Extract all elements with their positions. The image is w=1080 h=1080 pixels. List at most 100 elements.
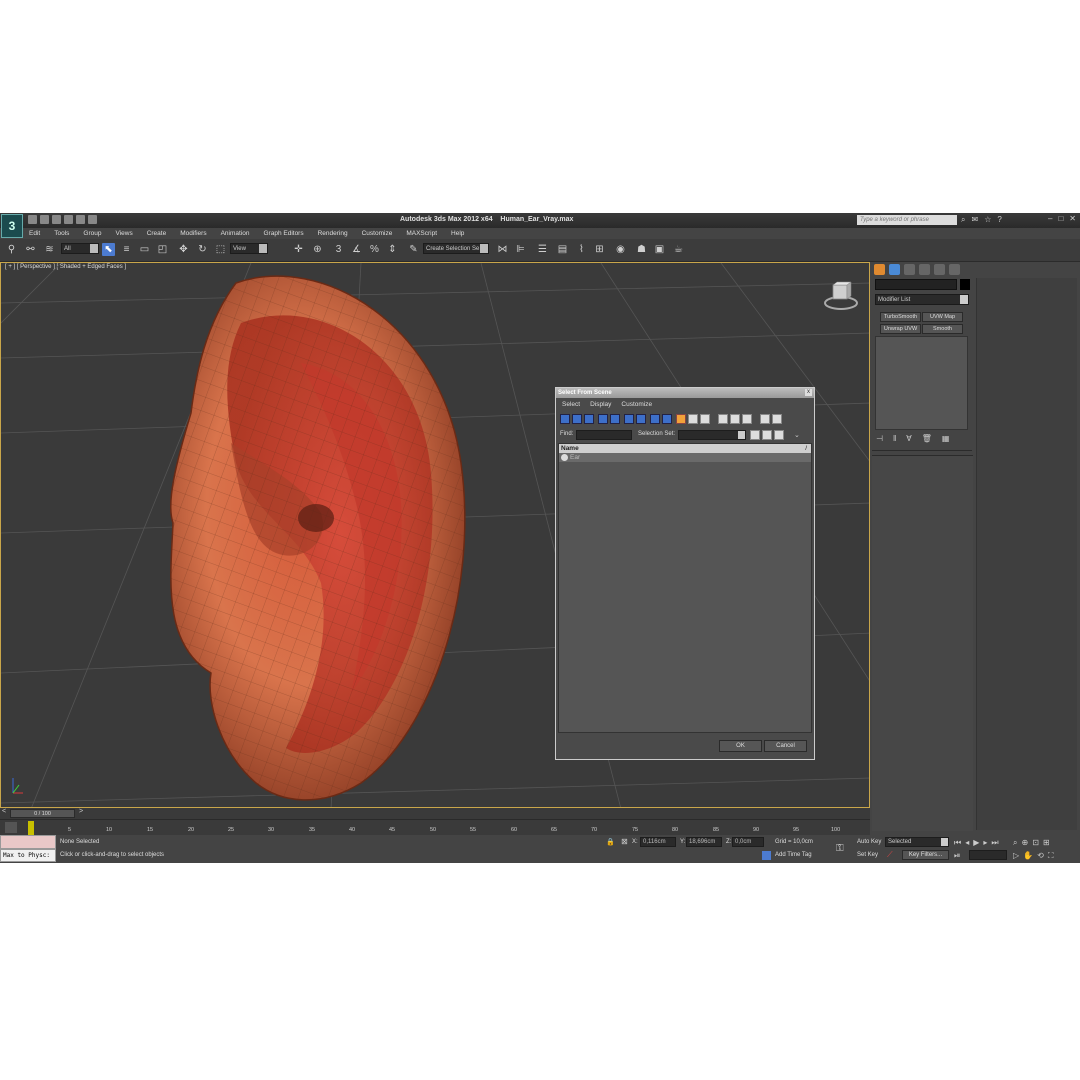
filter-options-icon[interactable] — [772, 414, 782, 424]
pin-stack-icon[interactable]: ⊣ — [876, 434, 883, 443]
pan-icon[interactable]: ✋ — [1023, 851, 1033, 861]
select-rotate-icon[interactable]: ↻ — [196, 243, 209, 256]
open-file-icon[interactable] — [40, 215, 49, 224]
spinner-snap-icon[interactable]: ⇕ — [386, 243, 399, 256]
key-icon[interactable]: ⚿ — [836, 843, 844, 854]
menu-maxscript[interactable]: MAXScript — [399, 228, 444, 239]
add-time-tag-button[interactable]: Add Time Tag — [775, 852, 812, 858]
object-name-field[interactable] — [875, 279, 957, 290]
search-icon[interactable]: ⌕ — [961, 215, 965, 225]
smooth-button[interactable]: Smooth — [922, 324, 963, 334]
display-tab-icon[interactable] — [934, 264, 945, 275]
display-helpers-icon[interactable] — [610, 414, 620, 424]
uvw-map-button[interactable]: UVW Map — [922, 312, 963, 322]
object-color-swatch[interactable] — [960, 279, 970, 290]
orbit-icon[interactable]: ⟲ — [1037, 851, 1044, 861]
x-coordinate-field[interactable]: 0,116cm — [640, 837, 676, 847]
hierarchy-tab-icon[interactable] — [904, 264, 915, 275]
maximize-viewport-icon[interactable]: ⛶ — [1048, 851, 1054, 861]
select-dependents-icon[interactable] — [750, 430, 760, 440]
menu-group[interactable]: Group — [76, 228, 108, 239]
search-input[interactable]: Type a keyword or phrase — [857, 215, 957, 225]
display-lights-icon[interactable] — [584, 414, 594, 424]
dialog-menu-customize[interactable]: Customize — [621, 401, 652, 408]
curve-editor-icon[interactable]: ⌇ — [575, 243, 588, 256]
lock-selection-icon[interactable]: 🔒 — [606, 838, 615, 846]
rectangular-selection-icon[interactable]: ▭ — [138, 243, 151, 256]
key-mode-dropdown[interactable]: Selected — [885, 837, 949, 847]
object-list[interactable]: Name / Ear — [558, 443, 812, 733]
display-shapes-icon[interactable] — [572, 414, 582, 424]
unlink-icon[interactable]: ⚯ — [24, 243, 37, 256]
modify-tab-icon[interactable] — [889, 264, 900, 275]
set-key-button[interactable]: Set Key — [857, 852, 878, 858]
key-mode-toggle-icon[interactable]: ⏯ — [954, 851, 960, 861]
configure-sets-icon[interactable]: ▦ — [942, 434, 950, 443]
help-icon[interactable]: ? — [997, 215, 1001, 225]
select-influences-icon[interactable] — [774, 430, 784, 440]
maximize-icon[interactable]: □ — [1058, 214, 1063, 223]
current-frame-marker[interactable] — [28, 821, 34, 835]
layer-manager-icon[interactable]: ☰ — [536, 243, 549, 256]
auto-key-button[interactable]: Auto Key — [857, 839, 881, 845]
undo-icon[interactable] — [64, 215, 73, 224]
filter-icon[interactable] — [760, 414, 770, 424]
maxscript-listener-mini[interactable] — [0, 835, 56, 849]
prev-frame-arrow-icon[interactable]: < — [2, 808, 6, 815]
turbosmooth-button[interactable]: TurboSmooth — [880, 312, 921, 322]
find-input[interactable] — [576, 430, 632, 440]
y-coordinate-field[interactable]: 18,696cm — [686, 837, 722, 847]
current-frame-field[interactable] — [969, 850, 1007, 860]
time-tag-icon[interactable] — [762, 851, 771, 860]
select-none-icon[interactable] — [730, 414, 740, 424]
new-file-icon[interactable] — [28, 215, 37, 224]
communication-center-icon[interactable]: ✉ — [971, 215, 978, 225]
zoom-extents-icon[interactable]: ⊡ — [1032, 838, 1039, 848]
modifier-list-dropdown[interactable]: Modifier List — [875, 294, 969, 305]
menu-create[interactable]: Create — [140, 228, 174, 239]
select-scale-icon[interactable]: ⬚ — [214, 243, 227, 256]
menu-modifiers[interactable]: Modifiers — [173, 228, 213, 239]
edit-named-selection-icon[interactable]: ✎ — [407, 243, 420, 256]
snaps-toggle-icon[interactable]: 3 — [332, 243, 345, 256]
display-xrefs-icon[interactable] — [650, 414, 660, 424]
cancel-button[interactable]: Cancel — [764, 740, 807, 752]
show-end-result-icon[interactable]: ‖ — [893, 434, 896, 443]
next-frame-arrow-icon[interactable]: > — [79, 808, 83, 815]
modifier-stack[interactable] — [875, 336, 968, 430]
schematic-view-icon[interactable]: ⊞ — [593, 243, 606, 256]
select-all-icon[interactable] — [718, 414, 728, 424]
z-coordinate-field[interactable]: 0,0cm — [732, 837, 764, 847]
dialog-menu-display[interactable]: Display — [590, 401, 611, 408]
favorites-icon[interactable]: ☆ — [984, 215, 991, 225]
dialog-menu-select[interactable]: Select — [562, 401, 580, 408]
percent-snap-icon[interactable]: % — [368, 243, 381, 256]
previous-frame-icon[interactable]: ◂ — [965, 838, 969, 848]
dialog-close-icon[interactable]: x — [805, 389, 812, 396]
make-unique-icon[interactable]: ∀ — [906, 434, 911, 443]
render-production-icon[interactable]: ☕ — [672, 243, 685, 256]
play-icon[interactable]: ▶ — [973, 838, 979, 848]
select-invert-icon[interactable] — [742, 414, 752, 424]
absolute-transform-icon[interactable]: ⊠ — [621, 837, 628, 846]
selection-filter-dropdown[interactable]: All — [61, 243, 99, 254]
set-key-icon[interactable]: ⟋ — [887, 850, 893, 860]
rendered-frame-window-icon[interactable]: ▣ — [653, 243, 666, 256]
ok-button[interactable]: OK — [719, 740, 762, 752]
dialog-title[interactable]: Select From Scene — [556, 388, 814, 398]
material-editor-icon[interactable]: ◉ — [614, 243, 627, 256]
display-containers-icon[interactable] — [676, 414, 686, 424]
next-frame-icon[interactable]: ▸ — [983, 838, 987, 848]
display-cameras-icon[interactable] — [598, 414, 608, 424]
mirror-icon[interactable]: ⋈ — [496, 243, 509, 256]
named-selection-set-dropdown[interactable]: Create Selection Se — [423, 243, 489, 254]
viewcube-icon[interactable] — [823, 281, 859, 311]
save-file-icon[interactable] — [52, 215, 61, 224]
menu-rendering[interactable]: Rendering — [311, 228, 355, 239]
project-folder-icon[interactable] — [88, 215, 97, 224]
select-object-icon[interactable]: ⬉ — [102, 243, 115, 256]
menu-edit[interactable]: Edit — [24, 228, 47, 239]
remove-modifier-icon[interactable]: 🗑 — [922, 434, 932, 443]
list-item[interactable]: Ear — [559, 453, 811, 462]
field-of-view-icon[interactable]: ▷ — [1013, 851, 1019, 861]
